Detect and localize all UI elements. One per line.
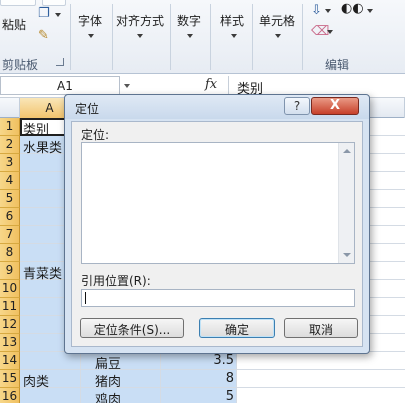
row-header[interactable]: 7 xyxy=(0,226,20,244)
find-binoculars-icon[interactable]: ◐◐ xyxy=(341,1,364,16)
paste-button[interactable]: 粘贴 xyxy=(2,16,26,33)
font-dropdown-arrow[interactable] xyxy=(88,34,94,38)
goto-dialog: 定位 ? X 定位: 引用位置(R): 定位条件(S)... 确定 取消 xyxy=(64,94,370,354)
cells-button[interactable]: 单元格 xyxy=(259,12,295,29)
copy-dropdown-arrow[interactable] xyxy=(55,13,61,17)
row-header[interactable]: 14 xyxy=(0,352,20,370)
close-button[interactable]: X xyxy=(311,97,359,115)
fill-down-icon[interactable]: ⇩ xyxy=(311,3,322,18)
ok-button[interactable]: 确定 xyxy=(199,318,275,338)
insert-function-icon[interactable]: fx xyxy=(205,77,217,92)
row-header[interactable]: 12 xyxy=(0,316,20,334)
row-header[interactable]: 11 xyxy=(0,298,20,316)
cell-b16[interactable]: 鸡肉 xyxy=(95,389,121,403)
format-painter-icon[interactable]: ✎ xyxy=(38,28,49,43)
special-button[interactable]: 定位条件(S)... xyxy=(80,318,184,338)
scroll-up-icon[interactable] xyxy=(343,149,351,153)
row-header[interactable]: 9 xyxy=(0,262,20,280)
row-header-bar: 1 2 3 4 5 6 7 8 9 10 11 12 13 14 15 16 xyxy=(0,118,20,403)
row-header[interactable]: 16 xyxy=(0,388,20,403)
row-header[interactable]: 4 xyxy=(0,172,20,190)
row-header[interactable]: 2 xyxy=(0,136,20,154)
copy-icon[interactable]: ❐ xyxy=(38,6,50,21)
cell-c16[interactable]: 5 xyxy=(160,389,234,403)
cell-c14[interactable]: 3.5 xyxy=(160,353,234,371)
goto-label: 定位: xyxy=(81,128,110,142)
clipboard-launcher-icon[interactable] xyxy=(56,58,64,66)
reference-label: 引用位置(R): xyxy=(81,274,151,288)
ribbon: 粘贴 ❐ ✎ 剪贴板 字体 对齐方式 数字 样式 单元格 ⇩ ◐◐ ⌫ 编辑 xyxy=(0,0,405,74)
cells-dropdown-arrow[interactable] xyxy=(275,34,281,38)
number-button[interactable]: 数字 xyxy=(177,12,201,29)
name-box[interactable]: A1 xyxy=(0,76,120,95)
font-group[interactable]: 字体 xyxy=(71,0,111,74)
cell-a2[interactable]: 水果类 xyxy=(23,137,62,156)
scroll-down-icon[interactable] xyxy=(343,253,351,257)
editing-group-label: 编辑 xyxy=(325,58,350,72)
editing-group: ⇩ ◐◐ ⌫ 编辑 xyxy=(303,0,405,74)
cells-group[interactable]: 单元格 xyxy=(253,0,301,74)
row-header[interactable]: 1 xyxy=(0,118,20,136)
cell-b14[interactable]: 扁豆 xyxy=(95,353,121,372)
clipboard-group: 粘贴 ❐ ✎ 剪贴板 xyxy=(0,0,70,74)
row-header[interactable]: 5 xyxy=(0,190,20,208)
cell-b15[interactable]: 猪肉 xyxy=(95,371,121,390)
row-header[interactable]: 10 xyxy=(0,280,20,298)
cell-c15[interactable]: 8 xyxy=(160,371,234,389)
alignment-dropdown-arrow[interactable] xyxy=(137,34,143,38)
formula-input[interactable]: 类别 xyxy=(228,76,405,97)
dialog-titlebar[interactable]: 定位 ? X xyxy=(65,95,369,119)
number-dropdown-arrow[interactable] xyxy=(187,34,193,38)
clear-dropdown-arrow[interactable] xyxy=(327,30,333,34)
styles-dropdown-arrow[interactable] xyxy=(231,34,237,38)
row-header[interactable]: 15 xyxy=(0,370,20,388)
clipboard-group-label: 剪贴板 xyxy=(2,58,39,72)
select-all-corner[interactable] xyxy=(0,98,20,118)
dialog-title: 定位 xyxy=(75,102,100,116)
list-scrollbar[interactable] xyxy=(338,143,354,263)
goto-list[interactable] xyxy=(81,142,355,264)
row-header[interactable]: 13 xyxy=(0,334,20,352)
alignment-group[interactable]: 对齐方式 xyxy=(113,0,169,74)
text-caret xyxy=(85,292,86,304)
row-header[interactable]: 8 xyxy=(0,244,20,262)
row-header[interactable]: 6 xyxy=(0,208,20,226)
fill-dropdown-arrow[interactable] xyxy=(325,9,331,13)
find-dropdown-arrow[interactable] xyxy=(367,9,373,13)
cell-a1[interactable]: 类别 xyxy=(23,119,49,138)
cell-a15[interactable]: 肉类 xyxy=(23,371,49,390)
name-box-dropdown-icon[interactable] xyxy=(124,84,130,88)
styles-button[interactable]: 样式 xyxy=(220,12,244,29)
dialog-body: 定位: 引用位置(R): 定位条件(S)... 确定 取消 xyxy=(71,121,363,347)
font-button[interactable]: 字体 xyxy=(78,12,102,29)
cancel-button[interactable]: 取消 xyxy=(284,318,358,338)
help-button[interactable]: ? xyxy=(284,97,310,115)
styles-group[interactable]: 样式 xyxy=(211,0,251,74)
alignment-button[interactable]: 对齐方式 xyxy=(116,12,164,29)
number-group[interactable]: 数字 xyxy=(171,0,209,74)
cell-a9[interactable]: 青菜类 xyxy=(23,263,62,282)
row-header[interactable]: 3 xyxy=(0,154,20,172)
reference-input[interactable] xyxy=(81,289,355,307)
